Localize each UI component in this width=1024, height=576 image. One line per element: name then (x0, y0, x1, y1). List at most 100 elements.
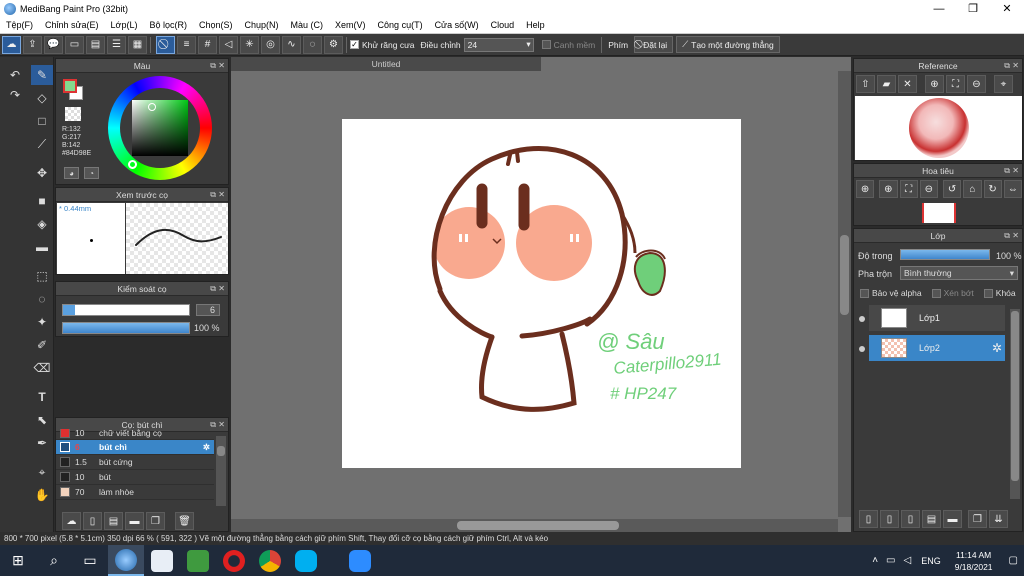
menu-file[interactable]: Tệp(F) (0, 20, 39, 30)
canvas-vertical-scrollbar[interactable] (838, 71, 851, 517)
eye-icon[interactable] (859, 346, 865, 352)
lock-checkbox[interactable] (983, 288, 993, 298)
medibang-app-icon[interactable] (108, 545, 144, 576)
chevron-up-icon[interactable]: ˄ (872, 555, 878, 566)
bucket-tool-icon[interactable]: ◈ (31, 214, 53, 234)
comment-icon[interactable]: 💬 (44, 35, 63, 54)
close-icon[interactable]: ✕ (990, 0, 1024, 17)
menu-edit[interactable]: Chỉnh sửa(E) (39, 20, 105, 30)
brush-item[interactable]: 6 bút chì ✲ (56, 440, 214, 455)
canvas-horizontal-scrollbar[interactable] (231, 519, 838, 532)
saturation-value-square[interactable] (132, 100, 188, 156)
operation-tool-icon[interactable]: ⬉ (31, 410, 53, 430)
gear-icon[interactable]: ✲ (992, 341, 1002, 355)
antialias-checkbox[interactable]: ✓ (350, 40, 359, 49)
menu-view[interactable]: Xem(V) (329, 20, 372, 30)
reference-image[interactable] (855, 96, 1022, 160)
size-value-field[interactable]: 6 (196, 304, 220, 316)
folder-icon[interactable]: ▬ (943, 510, 962, 528)
network-icon[interactable]: ▭ (886, 555, 895, 566)
snap-off-icon[interactable]: ⃠ (156, 35, 175, 54)
blend-mode-select[interactable]: Bình thường ▾ (900, 266, 1018, 280)
color-history-icon[interactable]: ◔ (84, 167, 99, 179)
close-icon[interactable]: ✕ (1012, 164, 1019, 178)
list-icon[interactable]: ☰ (107, 35, 126, 54)
zoom-in-icon[interactable]: ⊕ (856, 180, 875, 198)
grid-icon[interactable]: ▦ (128, 35, 147, 54)
scroll-thumb[interactable] (1011, 311, 1019, 481)
trash-icon[interactable]: 🗑 (175, 512, 194, 530)
fit-icon[interactable]: ⛶ (946, 75, 965, 93)
layer-opacity-slider[interactable] (900, 249, 990, 260)
close-icon[interactable]: ✕ (218, 59, 225, 73)
clock[interactable]: 11:14 AM 9/18/2021 (955, 549, 993, 573)
cross-snap-icon[interactable]: # (198, 35, 217, 54)
hand-tool-icon[interactable]: ✋ (31, 485, 53, 505)
zoom-in-icon[interactable]: ⊕ (879, 180, 898, 198)
panel-icon[interactable]: ▭ (65, 35, 84, 54)
select-tool-icon[interactable]: ⬚ (31, 266, 53, 286)
clipping-checkbox[interactable] (931, 288, 941, 298)
adjust-select[interactable]: 24 ▾ (463, 37, 534, 52)
close-reference-icon[interactable]: ✕ (898, 75, 917, 93)
zoom-out-icon[interactable]: ⊖ (919, 180, 938, 198)
magic-wand-icon[interactable]: ✦ (31, 312, 53, 332)
layer-row[interactable]: Lớp1 (869, 305, 1005, 331)
palette-icon[interactable]: ◕ (64, 167, 79, 179)
minimize-icon[interactable]: — (922, 0, 956, 17)
task-view-icon[interactable]: ▭ (72, 545, 108, 576)
new-halftone-layer-icon[interactable]: ▯ (880, 510, 899, 528)
zoom-app-icon[interactable] (342, 545, 378, 576)
gradient-tool-icon[interactable]: ▬ (31, 237, 53, 257)
radial-snap-icon[interactable]: ✳ (240, 35, 259, 54)
close-icon[interactable]: ✕ (218, 188, 225, 202)
notification-icon[interactable]: ▢ (1009, 555, 1018, 566)
brush-item[interactable]: 10 bút (56, 470, 214, 485)
reset-rotate-icon[interactable]: ⌂ (963, 180, 982, 198)
drawing-canvas[interactable]: @ Sâu Caterpillo2911 # HP247 (342, 119, 741, 468)
brush-item[interactable]: 70 làm nhòe (56, 485, 214, 500)
transparent-color-swatch[interactable] (65, 107, 81, 121)
chrome-app-icon[interactable] (252, 545, 288, 576)
brush-tool-icon[interactable]: ✎ (31, 65, 53, 85)
undock-icon[interactable]: ⧉ (1004, 59, 1010, 73)
menu-snap[interactable]: Chụp(N) (239, 20, 285, 30)
hue-picker-marker[interactable] (128, 160, 137, 169)
undock-icon[interactable]: ⧉ (210, 282, 216, 296)
merge-layer-icon[interactable]: ⇊ (989, 510, 1008, 528)
undo-icon[interactable]: ↶ (4, 65, 26, 85)
dot-tool-icon[interactable]: ⟋ (31, 134, 53, 154)
menu-window[interactable]: Cửa số(W) (429, 20, 485, 30)
brush-item[interactable]: 1.5 bút cứng (56, 455, 214, 470)
brush-menu-icon[interactable]: ▤ (104, 512, 123, 530)
opacity-slider[interactable] (62, 322, 190, 334)
ellipse-snap-icon[interactable]: ◌ (303, 35, 322, 54)
new-8bit-layer-icon[interactable]: ▯ (901, 510, 920, 528)
text-tool-icon[interactable]: T (31, 387, 53, 407)
scroll-thumb[interactable] (217, 446, 225, 456)
settings-snap-icon[interactable]: ⚙ (324, 35, 343, 54)
cloud-icon[interactable]: ☁ (2, 35, 21, 54)
redo-icon[interactable]: ↷ (4, 85, 26, 105)
menu-layer[interactable]: Lớp(L) (105, 20, 144, 30)
eyedropper-icon[interactable]: ⌖ (994, 75, 1013, 93)
brush-item[interactable]: 10 chữ viết bằng cọ (56, 429, 214, 440)
sv-picker-marker[interactable] (148, 103, 156, 111)
layer-menu-icon[interactable]: ▤ (922, 510, 941, 528)
page-icon[interactable]: ▤ (86, 35, 105, 54)
copy-brush-icon[interactable]: ❐ (146, 512, 165, 530)
flip-icon[interactable]: ⇔ (1003, 180, 1022, 198)
reset-button[interactable]: ⃠Đặt lại (634, 36, 674, 53)
share-icon[interactable]: ⇪ (23, 35, 42, 54)
move-tool-icon[interactable]: ✥ (31, 163, 53, 183)
undock-icon[interactable]: ⧉ (210, 59, 216, 73)
protect-alpha-checkbox[interactable] (860, 288, 869, 298)
windows-start-icon[interactable]: ⊞ (0, 545, 36, 576)
menu-cloud[interactable]: Cloud (485, 20, 521, 30)
menu-color[interactable]: Màu (C) (285, 20, 330, 30)
select-eraser-icon[interactable]: ⌫ (31, 358, 53, 378)
new-brush-icon[interactable]: ▯ (83, 512, 102, 530)
layer-scrollbar[interactable] (1010, 309, 1020, 499)
divide-tool-icon[interactable]: ✒ (31, 433, 53, 453)
language-indicator[interactable]: ENG (921, 556, 941, 566)
